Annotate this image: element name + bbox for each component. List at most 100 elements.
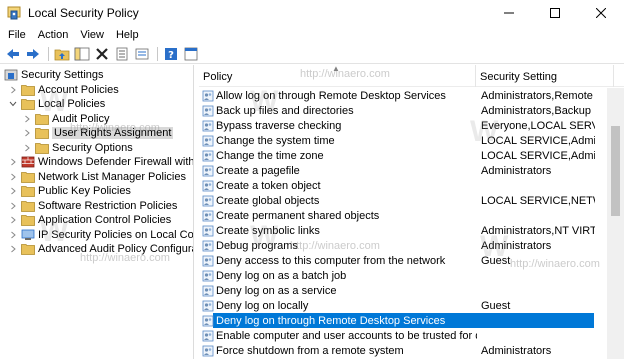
policy-row[interactable]: Deny log on locally Guest [199, 298, 607, 313]
policy-icon [202, 240, 214, 252]
help-icon: ? [165, 47, 177, 61]
policy-row[interactable]: Create a token object [199, 178, 607, 193]
export-list-button[interactable] [133, 45, 151, 63]
chevron-down-icon[interactable] [8, 99, 18, 109]
tree-item-local-policies[interactable]: Local Policies [8, 97, 105, 112]
policy-row[interactable]: Create symbolic links Administrators,NT V… [199, 223, 607, 238]
tree-item-account-policies[interactable]: Account Policies [8, 83, 119, 98]
policy-row[interactable]: Bypass traverse checking Everyone,LOCAL S… [199, 118, 607, 133]
forward-button[interactable] [24, 45, 42, 63]
close-button[interactable] [578, 0, 624, 26]
policy-row[interactable]: Deny log on through Remote Desktop Servi… [199, 313, 607, 328]
help-button[interactable]: ? [162, 45, 180, 63]
policy-row[interactable]: Back up files and directories Administrat… [199, 103, 607, 118]
chevron-right-icon[interactable] [8, 201, 18, 211]
policy-row[interactable]: Force shutdown from a remote system Admin… [199, 343, 607, 358]
delete-button[interactable] [93, 45, 111, 63]
chevron-right-icon[interactable] [8, 172, 18, 182]
maximize-button[interactable] [532, 0, 578, 26]
chevron-right-icon[interactable] [8, 215, 18, 225]
policy-security-setting: Administrators [481, 239, 552, 252]
chevron-right-icon[interactable] [8, 85, 18, 95]
tree-item-security-options[interactable]: Security Options [22, 141, 133, 156]
policy-security-setting: Guest [481, 254, 511, 267]
chevron-right-icon[interactable] [8, 244, 18, 254]
tree-item-application-control-policies[interactable]: Application Control Policies [8, 213, 171, 228]
policy-name: Deny log on as a service [216, 284, 337, 297]
policy-name: Debug programs [216, 239, 298, 252]
policy-name: Create symbolic links [216, 224, 320, 237]
policy-row[interactable]: Debug programs Administrators [199, 238, 607, 253]
menu-action[interactable]: Action [34, 29, 73, 41]
menu-help[interactable]: Help [112, 29, 143, 41]
close-icon [596, 8, 606, 18]
back-button[interactable] [4, 45, 22, 63]
policy-icon [202, 270, 214, 282]
policy-name: Change the system time [216, 134, 335, 147]
chevron-right-icon[interactable] [8, 230, 18, 240]
up-folder-button[interactable] [53, 45, 71, 63]
column-header-policy[interactable]: ▲ Policy [199, 65, 476, 87]
policy-security-setting: Administrators,Backup ... [481, 104, 595, 117]
show-tree-button[interactable] [73, 45, 91, 63]
policy-row[interactable]: Change the system time LOCAL SERVICE,Admi… [199, 133, 607, 148]
policy-name: Deny log on through Remote Desktop Servi… [216, 314, 450, 327]
tree-item-label: Advanced Audit Policy Configuration [38, 243, 193, 256]
minimize-icon [504, 12, 514, 14]
policy-row[interactable]: Change the time zone LOCAL SERVICE,Admini… [199, 148, 607, 163]
policy-row[interactable]: Deny access to this computer from the ne… [199, 253, 607, 268]
tree-item-label: Local Policies [38, 98, 106, 111]
column-header-security-setting[interactable]: Security Setting [476, 65, 614, 87]
folder-icon [21, 214, 35, 227]
chevron-right-icon[interactable] [22, 128, 32, 138]
tree-item-security-settings[interactable]: Security Settings [4, 68, 104, 83]
policy-list[interactable]: ▲ Policy Security Setting Allow log on t… [199, 65, 624, 359]
policy-row[interactable]: Enable computer and user accounts to be … [199, 328, 607, 343]
console-button[interactable] [182, 45, 200, 63]
chevron-right-icon[interactable] [8, 186, 18, 196]
policy-row[interactable]: Create a pagefile Administrators [199, 163, 607, 178]
tree-item-public-key-policies[interactable]: Public Key Policies [8, 184, 131, 199]
policy-row[interactable]: Deny log on as a batch job [199, 268, 607, 283]
menu-file[interactable]: File [4, 29, 30, 41]
sort-up-icon: ▲ [332, 65, 340, 73]
navigation-tree[interactable]: Security Settings Account Policies Local P… [0, 65, 194, 359]
menu-view[interactable]: View [76, 29, 108, 41]
chevron-right-icon[interactable] [22, 114, 32, 124]
policy-row[interactable]: Create permanent shared objects [199, 208, 607, 223]
policy-name: Bypass traverse checking [216, 119, 342, 132]
tree-item-software-restriction-policies[interactable]: Software Restriction Policies [8, 199, 177, 214]
chevron-right-icon[interactable] [22, 143, 32, 153]
tree-item-label: Public Key Policies [38, 185, 131, 198]
properties-button[interactable] [113, 45, 131, 63]
folder-icon [35, 127, 49, 140]
firewall-icon [21, 156, 35, 168]
ipsec-icon [21, 229, 35, 241]
tree-item-label: IP Security Policies on Local Compute [38, 228, 194, 241]
policy-security-setting: Administrators [481, 344, 552, 357]
toolbar: ? [0, 44, 624, 64]
policy-row[interactable]: Deny log on as a service [199, 283, 607, 298]
tree-item-user-rights-assignment[interactable]: User Rights Assignment [22, 126, 174, 141]
svg-text:?: ? [168, 50, 174, 61]
policy-name: Create a pagefile [216, 164, 300, 177]
minimize-button[interactable] [486, 0, 532, 26]
security-settings-icon [4, 69, 18, 81]
tree-item-windows-defender-firewall-with-adva[interactable]: Windows Defender Firewall with Adva [8, 155, 193, 170]
vertical-scrollbar[interactable] [607, 88, 624, 359]
tree-item-network-list-manager-policies[interactable]: Network List Manager Policies [8, 170, 186, 185]
policy-row[interactable]: Create global objects LOCAL SERVICE,NETWO… [199, 193, 607, 208]
scrollbar-thumb[interactable] [611, 126, 620, 216]
tree-item-ip-security-policies-on-local-compute[interactable]: IP Security Policies on Local Compute [8, 228, 194, 243]
chevron-right-icon[interactable] [8, 157, 18, 167]
policy-row[interactable]: Allow log on through Remote Desktop Serv… [199, 88, 607, 103]
policy-icon [202, 120, 214, 132]
folder-icon [35, 113, 49, 125]
policy-security-setting: Administrators [481, 164, 552, 177]
policy-security-setting: Everyone,LOCAL SERVIC... [481, 119, 595, 132]
tree-item-audit-policy[interactable]: Audit Policy [22, 112, 109, 127]
tree-item-advanced-audit-policy-configuration[interactable]: Advanced Audit Policy Configuration [8, 242, 193, 257]
local-security-policy-app-icon [6, 5, 22, 21]
policy-name: Create a token object [216, 179, 321, 192]
policy-security-setting: LOCAL SERVICE,Admini... [481, 149, 595, 162]
